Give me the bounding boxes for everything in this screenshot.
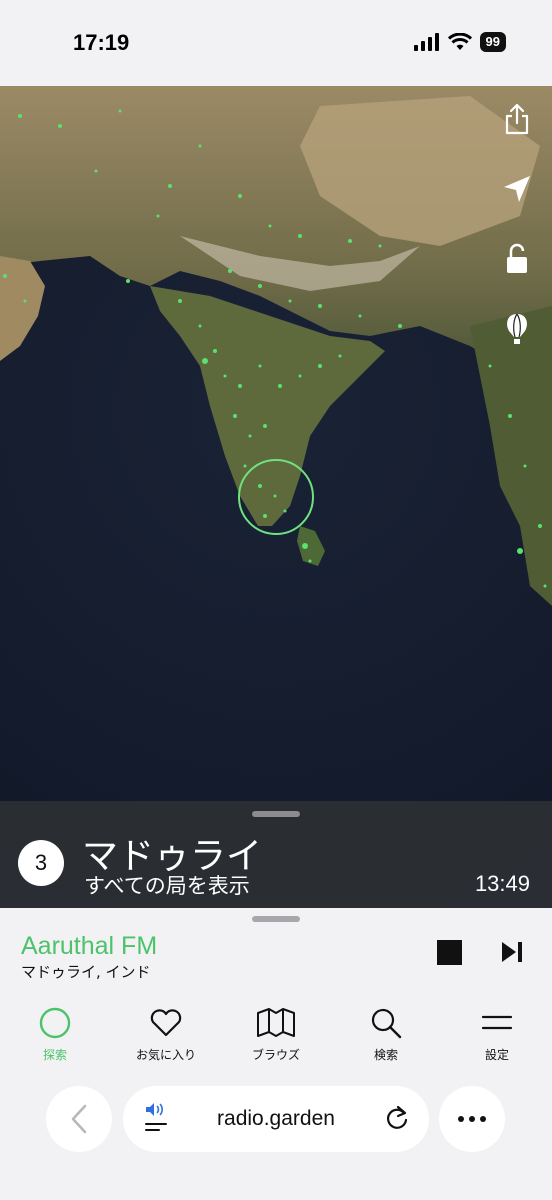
url-text[interactable]: radio.garden bbox=[123, 1107, 429, 1131]
tab-browse-label: ブラウズ bbox=[251, 1048, 300, 1062]
chevron-left-icon bbox=[71, 1104, 87, 1134]
globe-map[interactable] bbox=[0, 86, 552, 908]
locate-button[interactable] bbox=[500, 172, 534, 206]
share-button[interactable] bbox=[500, 102, 534, 136]
player-drag-handle[interactable] bbox=[252, 916, 300, 922]
tab-favorites-label: お気に入り bbox=[135, 1048, 196, 1062]
back-button[interactable] bbox=[46, 1086, 112, 1152]
location-panel[interactable]: 3 マドゥライ すべての局を表示 13:49 bbox=[0, 801, 552, 908]
next-station-button[interactable] bbox=[500, 940, 524, 964]
explore-circle-icon bbox=[39, 1007, 71, 1039]
browser-toolbar: radio.garden bbox=[0, 1086, 552, 1156]
stop-button[interactable] bbox=[437, 940, 462, 965]
status-icons: 99 bbox=[413, 32, 506, 52]
search-icon bbox=[371, 1008, 402, 1039]
station-location: マドゥライ, インド bbox=[21, 963, 151, 981]
more-dot bbox=[458, 1116, 464, 1122]
tab-explore-label: 探索 bbox=[42, 1048, 67, 1062]
tab-search-label: 検索 bbox=[373, 1048, 398, 1062]
wifi-icon bbox=[447, 33, 472, 50]
balloon-icon bbox=[507, 313, 527, 344]
player-panel: Aaruthal FM マドゥライ, インド 探索 お気に入り ブラウズ 検索 … bbox=[0, 908, 552, 1200]
station-count-badge[interactable]: 3 bbox=[18, 840, 64, 886]
tab-bar: 探索 お気に入り ブラウズ 検索 設定 bbox=[0, 1006, 552, 1066]
tab-favorites[interactable]: お気に入り bbox=[121, 1006, 211, 1063]
unlock-icon bbox=[507, 243, 527, 273]
battery-badge: 99 bbox=[479, 32, 506, 52]
tab-browse[interactable]: ブラウズ bbox=[231, 1006, 321, 1063]
globe-view[interactable] bbox=[0, 86, 552, 908]
tab-settings[interactable]: 設定 bbox=[452, 1006, 542, 1063]
reload-icon[interactable] bbox=[385, 1105, 409, 1131]
show-all-stations-link[interactable]: すべての局を表示 bbox=[84, 870, 250, 900]
map-controls bbox=[500, 102, 534, 346]
balloon-button[interactable] bbox=[500, 312, 534, 346]
status-bar: 17:19 99 bbox=[0, 0, 552, 86]
signal-icon bbox=[413, 33, 439, 51]
tab-settings-label: 設定 bbox=[484, 1048, 509, 1062]
station-name[interactable]: Aaruthal FM bbox=[21, 932, 157, 961]
lock-button[interactable] bbox=[500, 242, 534, 276]
panel-drag-handle[interactable] bbox=[252, 811, 300, 817]
map-icon bbox=[257, 1008, 295, 1037]
locate-arrow-icon bbox=[504, 176, 530, 202]
more-dot bbox=[469, 1116, 475, 1122]
menu-icon bbox=[481, 1015, 513, 1030]
heart-icon bbox=[150, 1009, 182, 1037]
address-bar[interactable]: radio.garden bbox=[123, 1086, 429, 1152]
share-icon bbox=[505, 103, 529, 135]
local-time: 13:49 bbox=[474, 871, 530, 896]
more-options-button[interactable] bbox=[439, 1086, 505, 1152]
tab-search[interactable]: 検索 bbox=[341, 1006, 431, 1063]
more-dot bbox=[480, 1116, 486, 1122]
tab-explore[interactable]: 探索 bbox=[10, 1006, 100, 1063]
status-time: 17:19 bbox=[73, 30, 130, 55]
